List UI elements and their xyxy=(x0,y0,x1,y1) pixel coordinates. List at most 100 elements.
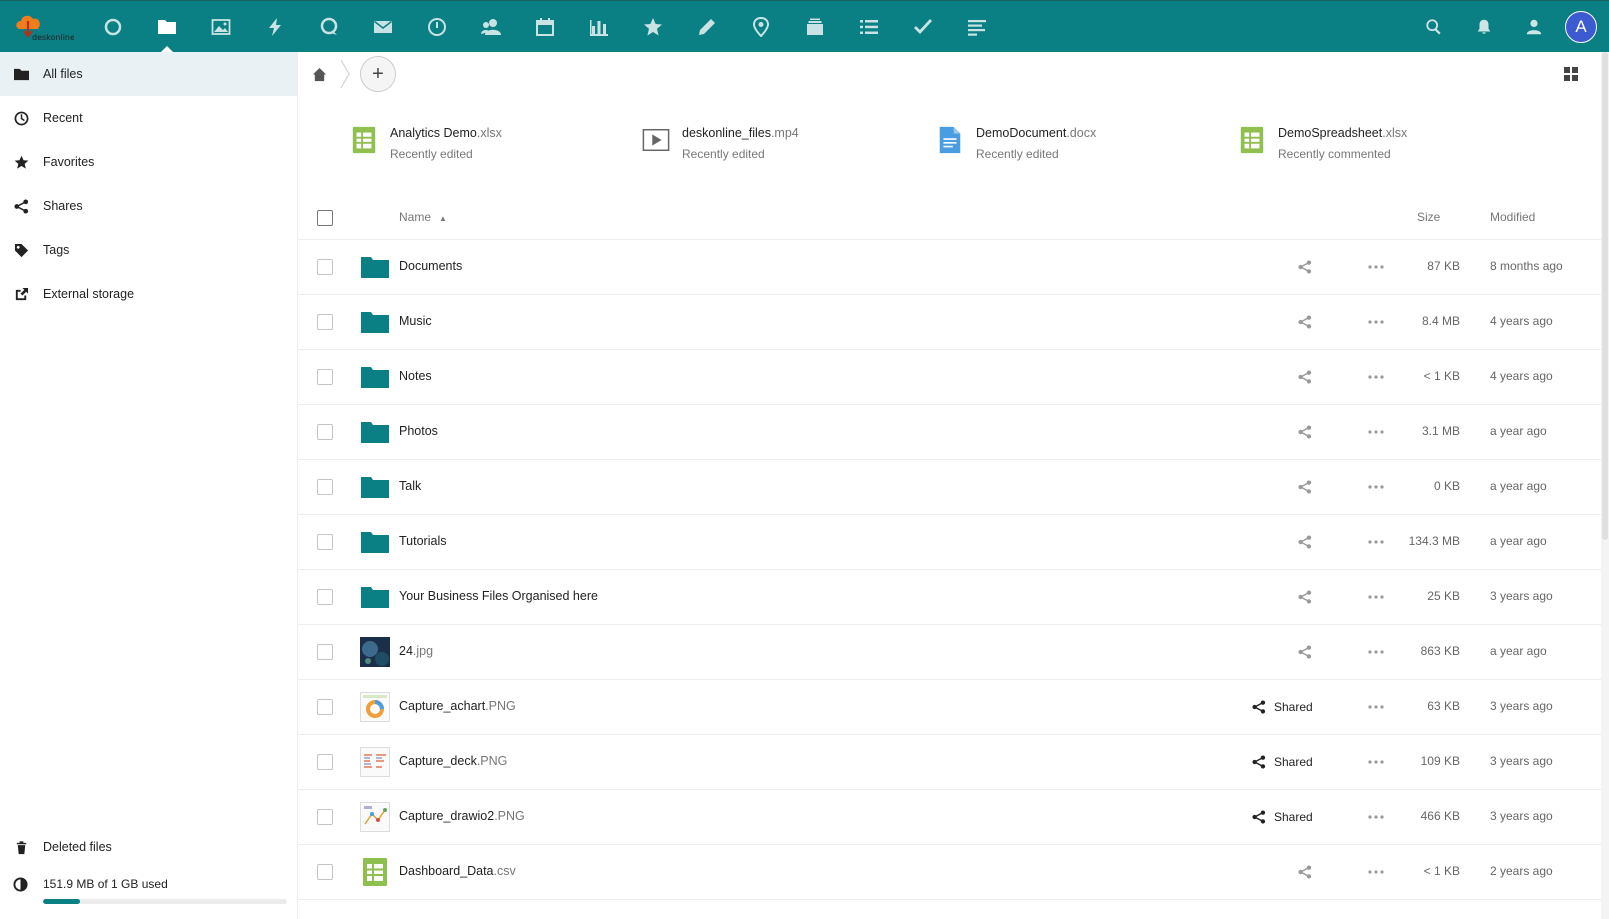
file-actions-button[interactable] xyxy=(1366,367,1386,387)
table-row[interactable]: Capture_deck.PNG Shared 109 KB 3 years ago xyxy=(298,735,1609,790)
file-actions-button[interactable] xyxy=(1366,752,1386,772)
share-button[interactable] xyxy=(1298,313,1312,331)
grid-view-toggle[interactable] xyxy=(1563,66,1579,82)
app-tasks[interactable] xyxy=(896,1,950,53)
share-button[interactable]: Shared xyxy=(1252,808,1313,826)
row-checkbox[interactable] xyxy=(317,369,333,385)
contacts-menu-button[interactable] xyxy=(1509,1,1559,53)
share-button[interactable] xyxy=(1298,478,1312,496)
file-name[interactable]: Capture_deck.PNG xyxy=(399,754,507,768)
file-name[interactable]: Tutorials xyxy=(399,534,446,548)
recent-file-card[interactable]: DemoDocument.docx Recently edited xyxy=(936,122,1096,170)
row-checkbox[interactable] xyxy=(317,589,333,605)
app-contacts[interactable] xyxy=(464,1,518,53)
table-row[interactable]: Music 8.4 MB 4 years ago xyxy=(298,295,1609,350)
sidebar-item-deleted-files[interactable]: Deleted files xyxy=(0,825,297,869)
recent-file-card[interactable]: Analytics Demo.xlsx Recently edited xyxy=(350,122,502,170)
row-checkbox[interactable] xyxy=(317,314,333,330)
file-name[interactable]: Notes xyxy=(399,369,432,383)
row-checkbox[interactable] xyxy=(317,644,333,660)
share-button[interactable] xyxy=(1298,423,1312,441)
app-talk[interactable] xyxy=(302,1,356,53)
row-checkbox[interactable] xyxy=(317,754,333,770)
file-name[interactable]: Dashboard_Data.csv xyxy=(399,864,516,878)
app-mail[interactable] xyxy=(356,1,410,53)
share-button[interactable] xyxy=(1298,368,1312,386)
row-checkbox[interactable] xyxy=(317,699,333,715)
recent-file-card[interactable]: deskonline_files.mp4 Recently edited xyxy=(642,122,799,170)
notifications-button[interactable] xyxy=(1459,1,1509,53)
sidebar-item-recent[interactable]: Recent xyxy=(0,96,297,140)
share-button[interactable]: Shared xyxy=(1252,753,1313,771)
row-checkbox[interactable] xyxy=(317,424,333,440)
file-actions-button[interactable] xyxy=(1366,312,1386,332)
share-button[interactable] xyxy=(1298,533,1312,551)
share-button[interactable] xyxy=(1298,588,1312,606)
column-size[interactable]: Size xyxy=(1417,210,1440,224)
file-actions-button[interactable] xyxy=(1366,642,1386,662)
select-all-checkbox[interactable] xyxy=(317,210,333,226)
file-name[interactable]: Your Business Files Organised here xyxy=(399,589,598,603)
file-name[interactable]: Documents xyxy=(399,259,462,273)
app-maps[interactable] xyxy=(734,1,788,53)
app-activity[interactable] xyxy=(248,1,302,53)
file-actions-button[interactable] xyxy=(1366,257,1386,277)
app-deck[interactable] xyxy=(788,1,842,53)
app-files[interactable] xyxy=(140,1,194,53)
share-button[interactable] xyxy=(1298,643,1312,661)
app-calendar[interactable] xyxy=(518,1,572,53)
sidebar-item-favorites[interactable]: Favorites xyxy=(0,140,297,184)
file-actions-button[interactable] xyxy=(1366,807,1386,827)
column-name[interactable]: Name ▲ xyxy=(399,210,447,224)
table-row[interactable]: 24.jpg 863 KB a year ago xyxy=(298,625,1609,680)
file-name[interactable]: 24.jpg xyxy=(399,644,433,658)
share-button[interactable]: Shared xyxy=(1252,698,1313,716)
file-actions-button[interactable] xyxy=(1366,422,1386,442)
app-photos[interactable] xyxy=(194,1,248,53)
row-checkbox[interactable] xyxy=(317,534,333,550)
file-name[interactable]: Music xyxy=(399,314,432,328)
table-row[interactable]: Notes < 1 KB 4 years ago xyxy=(298,350,1609,405)
file-actions-button[interactable] xyxy=(1366,862,1386,882)
table-row[interactable]: Dashboard_Data.csv < 1 KB 2 years ago xyxy=(298,845,1609,900)
deskonline-logo[interactable]: deskonline xyxy=(12,7,75,47)
column-modified[interactable]: Modified xyxy=(1490,210,1535,224)
file-name[interactable]: Capture_drawio2.PNG xyxy=(399,809,525,823)
table-row[interactable]: Tutorials 134.3 MB a year ago xyxy=(298,515,1609,570)
file-actions-button[interactable] xyxy=(1366,532,1386,552)
table-row[interactable]: Documents 87 KB 8 months ago xyxy=(298,240,1609,295)
app-timer[interactable] xyxy=(410,1,464,53)
table-row[interactable]: Capture_achart.PNG Shared 63 KB 3 years ago xyxy=(298,680,1609,735)
row-checkbox[interactable] xyxy=(317,259,333,275)
app-checklist[interactable] xyxy=(842,1,896,53)
file-name[interactable]: Talk xyxy=(399,479,421,493)
file-name[interactable]: Photos xyxy=(399,424,438,438)
sidebar-item-shares[interactable]: Shares xyxy=(0,184,297,228)
file-actions-button[interactable] xyxy=(1366,587,1386,607)
app-bookmarks[interactable] xyxy=(626,1,680,53)
sidebar-item-tags[interactable]: Tags xyxy=(0,228,297,272)
sidebar-item-external-storage[interactable]: External storage xyxy=(0,272,297,316)
share-button[interactable] xyxy=(1298,863,1312,881)
app-notes[interactable] xyxy=(680,1,734,53)
table-row[interactable]: Talk 0 KB a year ago xyxy=(298,460,1609,515)
row-checkbox[interactable] xyxy=(317,809,333,825)
scrollbar-thumb[interactable] xyxy=(1602,52,1608,540)
breadcrumb-home[interactable] xyxy=(298,52,340,96)
recent-file-card[interactable]: DemoSpreadsheet.xlsx Recently commented xyxy=(1238,122,1407,170)
row-checkbox[interactable] xyxy=(317,479,333,495)
app-text[interactable] xyxy=(950,1,1004,53)
search-button[interactable] xyxy=(1409,1,1459,53)
table-row[interactable]: Photos 3.1 MB a year ago xyxy=(298,405,1609,460)
scrollbar[interactable] xyxy=(1601,52,1609,919)
app-dashboard[interactable] xyxy=(86,1,140,53)
table-row[interactable]: Capture_drawio2.PNG Shared 466 KB 3 years a… xyxy=(298,790,1609,845)
app-analytics[interactable] xyxy=(572,1,626,53)
table-row[interactable]: Your Business Files Organised here 25 KB 3… xyxy=(298,570,1609,625)
file-actions-button[interactable] xyxy=(1366,697,1386,717)
row-checkbox[interactable] xyxy=(317,864,333,880)
file-actions-button[interactable] xyxy=(1366,477,1386,497)
new-file-button[interactable]: + xyxy=(360,56,396,92)
user-avatar[interactable]: A xyxy=(1565,11,1597,43)
share-button[interactable] xyxy=(1298,258,1312,276)
